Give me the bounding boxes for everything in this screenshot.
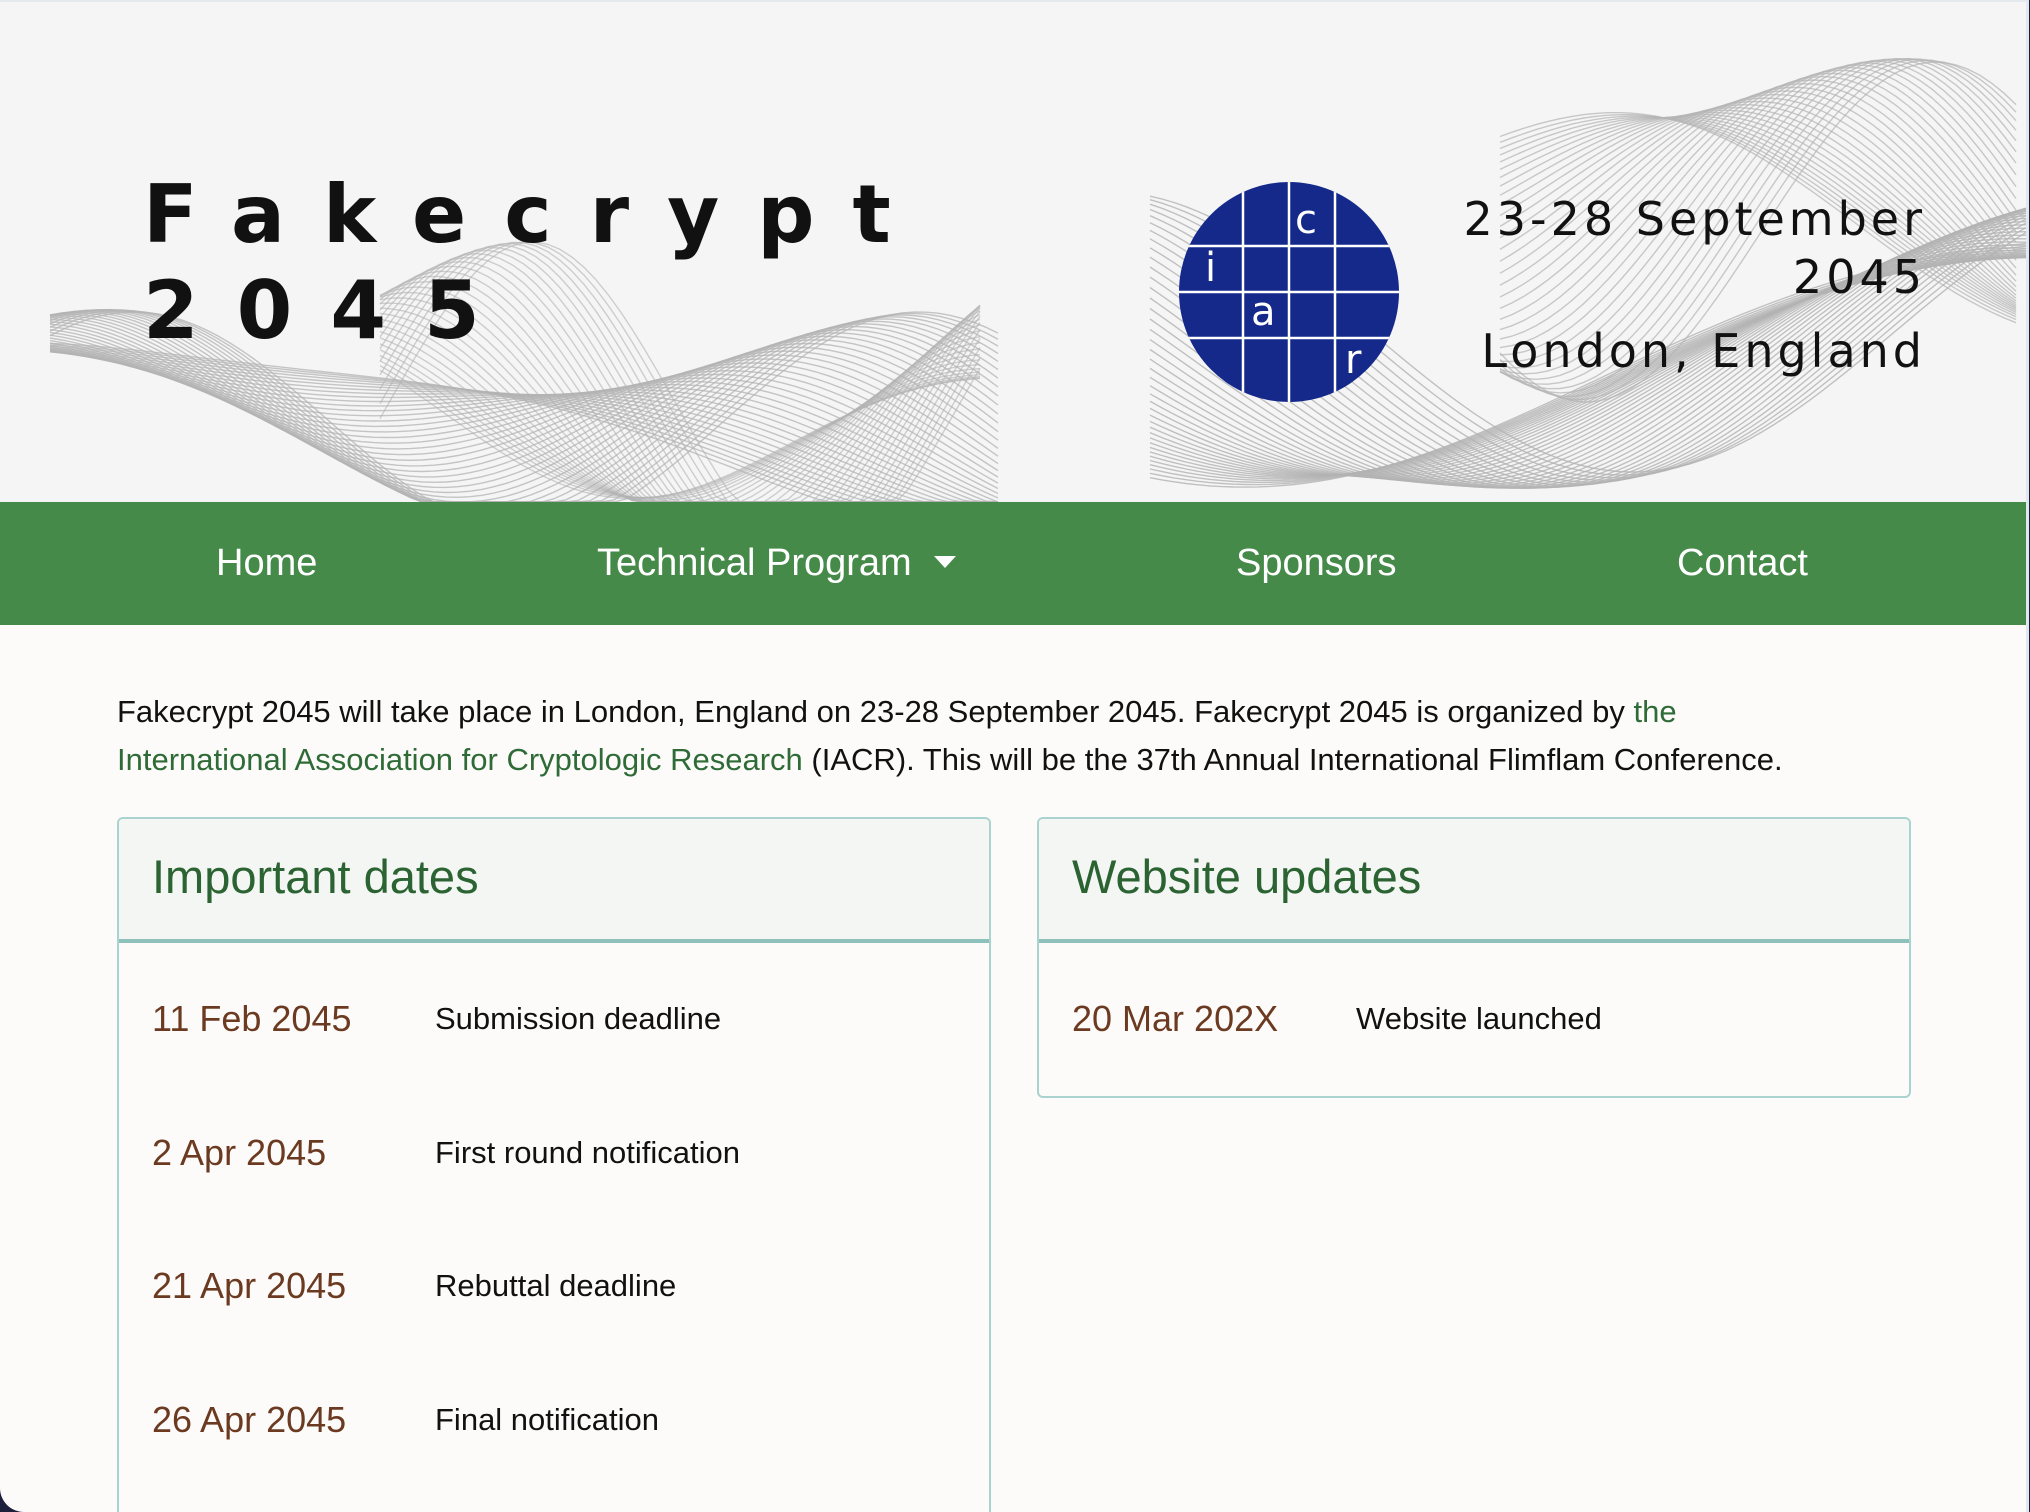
logo-letter-r: r — [1345, 337, 1362, 383]
page: Fakecrypt 2045 c i a r 23-28 September 2… — [0, 0, 2029, 1512]
date-value: 21 Apr 2045 — [152, 1265, 347, 1306]
event-dates-days: 23-28 September — [1463, 192, 1926, 246]
website-updates-title: Website updates — [1072, 850, 1422, 903]
iacr-link-part2: International Association for Cryptologi… — [117, 742, 803, 777]
iacr-link-part1: the — [1633, 694, 1677, 729]
important-dates-title: Important dates — [152, 850, 479, 903]
update-date: 20 Mar 202X — [1072, 998, 1279, 1039]
title-line-year: 2045 — [143, 264, 518, 357]
logo-letter-a: a — [1251, 289, 1276, 335]
website-updates-header: Website updates — [1039, 819, 1909, 943]
intro-text-before: Fakecrypt 2045 will take place in London… — [117, 694, 1634, 729]
event-location: London, England — [1481, 324, 1926, 378]
date-description: Submission deadline — [435, 1001, 722, 1036]
nav-contact[interactable]: Contact — [1677, 502, 1808, 625]
nav-technical-program[interactable]: Technical Program — [597, 502, 956, 625]
date-description: Rebuttal deadline — [435, 1268, 677, 1303]
conference-title: Fakecrypt 2045 — [143, 167, 929, 359]
iacr-logo[interactable]: c i a r — [1177, 180, 1401, 404]
title-line-name: Fakecrypt — [143, 168, 929, 261]
wave-line — [49, 351, 998, 502]
event-dates-year: 2045 — [1792, 250, 1926, 304]
chevron-down-icon — [933, 555, 956, 568]
date-value: 2 Apr 2045 — [152, 1132, 327, 1173]
update-description: Website launched — [1356, 1001, 1602, 1036]
nav-technical-program-label: Technical Program — [597, 542, 912, 584]
date-value: 11 Feb 2045 — [152, 998, 352, 1039]
intro-paragraph: Fakecrypt 2045 will take place in London… — [117, 688, 1917, 784]
date-description: Final notification — [435, 1402, 660, 1437]
website-updates-card: Website updates 20 Mar 202X Website laun… — [1037, 817, 1911, 1098]
date-value: 26 Apr 2045 — [152, 1399, 347, 1440]
nav-sponsors[interactable]: Sponsors — [1236, 502, 1397, 625]
logo-letter-c: c — [1295, 197, 1317, 243]
logo-letter-i: i — [1205, 245, 1217, 291]
important-dates-card: Important dates 11 Feb 2045 Submission d… — [117, 817, 991, 1512]
iacr-logo-circle — [1179, 182, 1399, 402]
important-dates-header: Important dates — [119, 819, 989, 943]
date-description: First round notification — [435, 1135, 740, 1170]
header-banner: Fakecrypt 2045 c i a r 23-28 September 2… — [0, 2, 2026, 502]
nav-home[interactable]: Home — [216, 502, 317, 625]
main-navbar: Home Technical Program Sponsors Contact — [0, 502, 2026, 625]
event-info: 23-28 September 2045 London, England — [1463, 190, 1926, 380]
event-dates: 23-28 September 2045 — [1463, 190, 1926, 306]
intro-text-after: (IACR). This will be the 37th Annual Int… — [802, 742, 1783, 777]
